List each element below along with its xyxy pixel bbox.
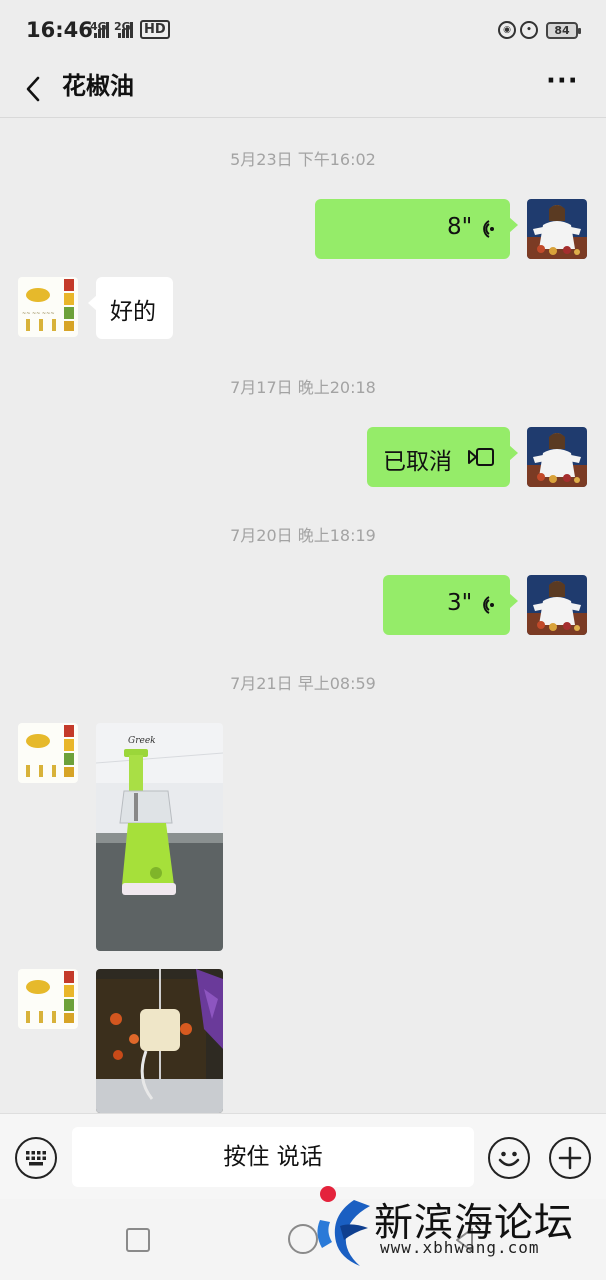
contact-avatar[interactable] <box>18 969 78 1029</box>
my-avatar[interactable] <box>527 427 587 487</box>
watermark-url: www.xbhwang.com <box>380 1238 540 1257</box>
call-message[interactable]: 已取消 <box>367 427 518 487</box>
text-message[interactable]: 好的 <box>88 277 173 339</box>
voice-wave-icon <box>483 596 494 614</box>
voice-wave-icon <box>483 220 494 238</box>
image-caption: Greek <box>128 736 156 746</box>
plus-icon[interactable] <box>549 1137 591 1179</box>
voice-duration: 8" <box>447 214 473 240</box>
image-message[interactable] <box>96 969 223 1113</box>
watermark: 新滨海论坛 www.xbhwang.com <box>304 1178 606 1280</box>
voice-message[interactable]: 3" <box>383 575 518 635</box>
my-avatar[interactable] <box>527 199 587 259</box>
message-text: 好的 <box>110 299 156 325</box>
lock-rotation-icon: ◉ <box>498 21 516 39</box>
my-avatar[interactable] <box>527 575 587 635</box>
video-call-icon <box>468 448 494 466</box>
battery-icon: 84 <box>546 22 581 39</box>
timestamp: 7月17日 晚上20:18 <box>230 378 376 397</box>
contact-avatar[interactable] <box>18 723 78 783</box>
image-message[interactable]: Greek <box>96 723 223 951</box>
timestamp: 7月20日 晚上18:19 <box>230 526 376 545</box>
contact-avatar[interactable]: ~~ ~~ ~~~ <box>18 277 78 337</box>
watermark-logo <box>317 1186 370 1266</box>
back-arrow-icon[interactable] <box>18 70 54 106</box>
hd-icon: HD <box>140 20 170 39</box>
call-status: 已取消 <box>383 449 452 475</box>
keyboard-icon[interactable] <box>15 1137 57 1179</box>
signal-icon <box>118 22 134 38</box>
emoji-icon[interactable] <box>488 1137 530 1179</box>
status-bar: 16:46 4G 2G HD ◉ • 84 <box>0 0 606 60</box>
more-icon[interactable]: ··· <box>546 68 580 102</box>
chat-messages[interactable]: 5月23日 下午16:02 8" ~~ ~~ ~~~ 好的 7月17日 晚上20… <box>0 119 606 1113</box>
status-time: 16:46 <box>26 18 93 42</box>
alarm-icon: • <box>520 21 538 39</box>
svg-text:~~ ~~ ~~~: ~~ ~~ ~~~ <box>22 311 55 317</box>
voice-duration: 3" <box>447 590 473 616</box>
signal-icon <box>94 22 110 38</box>
voice-message[interactable]: 8" <box>315 199 518 259</box>
recent-apps-button[interactable] <box>126 1228 150 1252</box>
timestamp: 5月23日 下午16:02 <box>230 150 376 169</box>
chat-title: 花椒油 <box>62 72 134 100</box>
chat-header: 花椒油 ··· <box>0 60 606 118</box>
timestamp: 7月21日 早上08:59 <box>230 674 376 693</box>
